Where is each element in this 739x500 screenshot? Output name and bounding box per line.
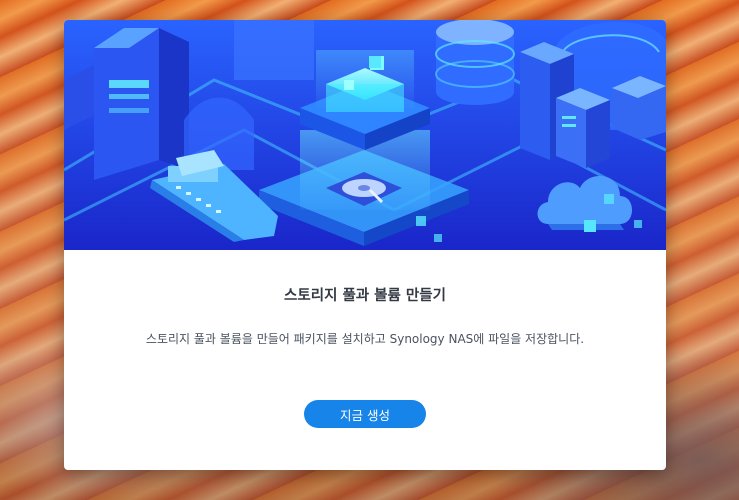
dialog-description: 스토리지 풀과 볼륨을 만들어 패키지를 설치하고 Synology NAS에 …	[145, 332, 585, 346]
create-storage-dialog: 스토리지 풀과 볼륨 만들기 스토리지 풀과 볼륨을 만들어 패키지를 설치하고…	[64, 20, 666, 470]
desktop-background: 스토리지 풀과 볼륨 만들기 스토리지 풀과 볼륨을 만들어 패키지를 설치하고…	[0, 0, 739, 500]
create-now-button[interactable]: 지금 생성	[304, 400, 426, 428]
dialog-title: 스토리지 풀과 볼륨 만들기	[284, 288, 446, 304]
database-icon	[435, 20, 515, 105]
hero-illustration	[64, 20, 666, 250]
